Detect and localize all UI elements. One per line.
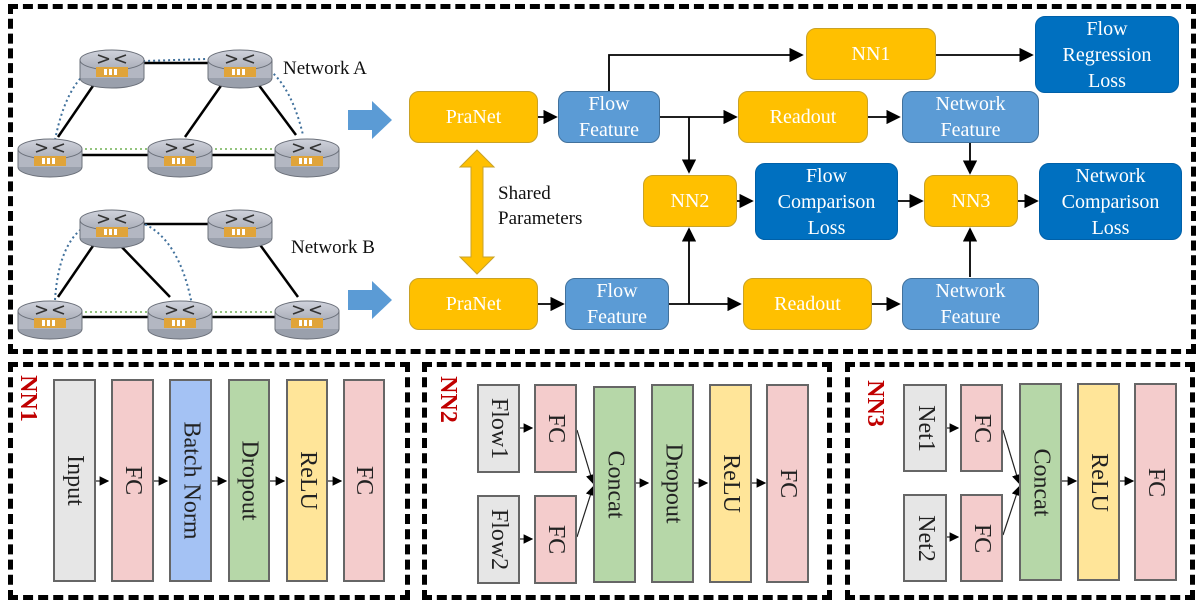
nn1-layer-relu: ReLU	[286, 379, 328, 582]
nn1-layer-fc-out: FC	[343, 379, 385, 582]
arrow-right-icon	[348, 281, 392, 319]
nn3-input-net2: Net2	[903, 494, 947, 582]
nn2-input-flow2: Flow2	[477, 495, 520, 584]
nn2-layer-fc: FC	[766, 384, 809, 583]
nn2-layer-relu: ReLU	[709, 384, 752, 583]
flow-regression-loss-box: Flow Regression Loss	[1035, 16, 1179, 93]
router-icon	[79, 209, 145, 249]
router-icon	[274, 138, 340, 178]
router-icon	[79, 49, 145, 89]
nn1-layer-dropout: Dropout	[228, 379, 270, 582]
network-comparison-loss-box: Network Comparison Loss	[1039, 163, 1182, 240]
nn3-fc-2: FC	[960, 494, 1003, 582]
router-icon	[274, 300, 340, 340]
nn3-title: NN3	[861, 380, 888, 427]
nn3-box: NN3	[924, 175, 1018, 227]
router-icon	[147, 300, 213, 340]
network-b-label: Network B	[291, 237, 375, 258]
nn3-layer-concat: Concat	[1019, 383, 1062, 581]
router-icon	[17, 300, 83, 340]
nn1-box: NN1	[806, 28, 936, 80]
nn1-layer-batch-norm: Batch Norm	[169, 379, 212, 582]
nn1-layer-input: Input	[53, 379, 96, 582]
nn2-title: NN2	[434, 376, 461, 423]
nn3-layer-relu: ReLU	[1077, 383, 1120, 581]
router-icon	[207, 209, 273, 249]
nn2-layer-dropout: Dropout	[651, 384, 694, 583]
flow-comparison-loss-box: Flow Comparison Loss	[755, 163, 898, 240]
shared-parameters-label: Shared Parameters	[498, 183, 583, 229]
double-arrow-icon	[458, 149, 496, 275]
nn1-layer-fc: FC	[111, 379, 154, 582]
router-icon	[207, 49, 273, 89]
nn2-input-flow1: Flow1	[477, 384, 520, 473]
nn2-fc-1: FC	[534, 384, 577, 473]
nn1-title: NN1	[14, 375, 41, 422]
nn3-layer-fc: FC	[1134, 383, 1177, 581]
network-feature-b-box: Network Feature	[902, 278, 1039, 330]
flow-feature-a-box: Flow Feature	[558, 91, 660, 143]
nn2-box: NN2	[643, 175, 737, 227]
pranet-a-box: PraNet	[409, 91, 538, 143]
nn3-fc-1: FC	[960, 384, 1003, 472]
router-icon	[17, 138, 83, 178]
network-a-label: Network A	[283, 58, 367, 79]
pranet-b-box: PraNet	[409, 278, 538, 330]
readout-a-box: Readout	[738, 91, 868, 143]
flow-feature-b-box: Flow Feature	[565, 278, 669, 330]
router-icon	[147, 138, 213, 178]
arrow-right-icon	[348, 101, 392, 139]
nn2-layer-concat: Concat	[593, 386, 636, 583]
nn2-fc-2: FC	[534, 495, 577, 584]
readout-b-box: Readout	[743, 278, 872, 330]
nn3-input-net1: Net1	[903, 384, 947, 472]
network-feature-a-box: Network Feature	[902, 91, 1039, 143]
